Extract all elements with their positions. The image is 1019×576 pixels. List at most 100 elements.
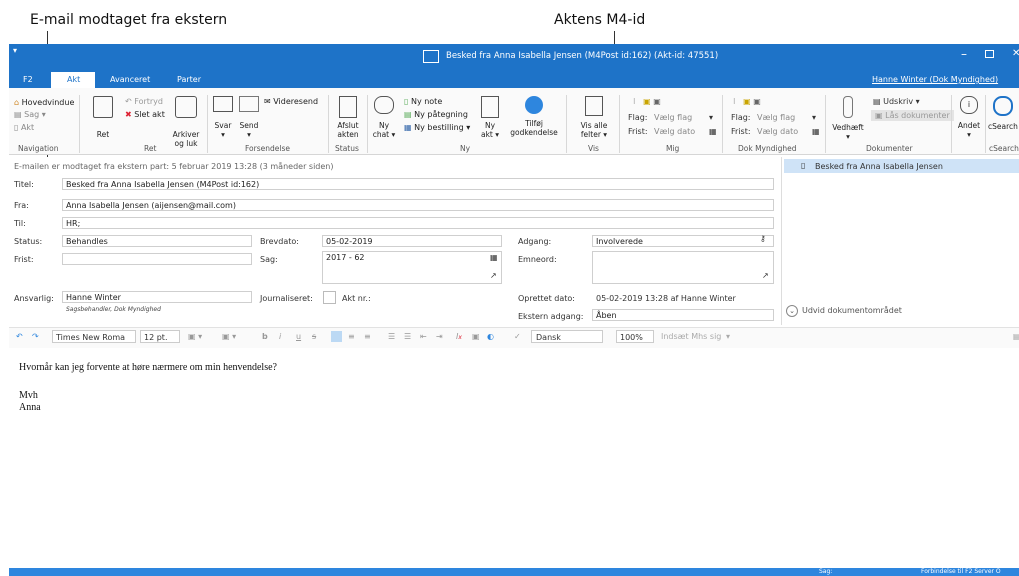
brevdato-field[interactable]: 05-02-2019 bbox=[322, 235, 502, 247]
font-color-icon[interactable]: ▣ ▾ bbox=[222, 330, 236, 343]
ny-note-button[interactable]: ▯ Ny note bbox=[404, 97, 442, 106]
underline-icon[interactable]: u bbox=[296, 330, 301, 343]
panel-toggle-icon[interactable]: ▤ bbox=[1013, 330, 1019, 343]
group-navigation: Navigation bbox=[18, 144, 59, 153]
language-select[interactable]: Dansk bbox=[531, 330, 603, 343]
mig-frist-dropdown[interactable]: Vælg dato bbox=[654, 127, 695, 136]
tab-parter[interactable]: Parter bbox=[177, 75, 201, 84]
align-center-icon[interactable]: ≡ bbox=[348, 330, 355, 343]
fortryd-button[interactable]: ↶ Fortryd bbox=[125, 97, 163, 106]
ny-paategning-button[interactable]: ▤ Ny påtegning bbox=[404, 110, 468, 119]
status-field[interactable]: Behandles bbox=[62, 235, 252, 247]
ekstern-field[interactable]: Åben bbox=[592, 309, 774, 321]
image-icon[interactable]: ▣ bbox=[472, 330, 480, 343]
bullet-list-icon[interactable]: ☰ bbox=[388, 330, 395, 343]
align-right-icon[interactable]: ≡ bbox=[364, 330, 371, 343]
frist-field[interactable] bbox=[62, 253, 252, 265]
zoom-select[interactable]: 100% bbox=[616, 330, 654, 343]
insert-field-dropdown[interactable]: Indsæt Mhs sig bbox=[661, 330, 721, 343]
link-icon[interactable]: ◐ bbox=[487, 330, 494, 343]
strikethrough-icon[interactable]: s bbox=[312, 330, 316, 343]
emneord-field[interactable] bbox=[592, 251, 774, 284]
font-size-select[interactable]: 12 pt. bbox=[140, 330, 180, 343]
spellcheck-icon[interactable]: ✓ bbox=[514, 330, 521, 343]
quick-access-icon[interactable]: ▾ bbox=[13, 46, 17, 55]
highlight-icon[interactable]: ▣ ▾ bbox=[188, 330, 202, 343]
minimize-icon[interactable]: – bbox=[961, 47, 967, 61]
vedhaeft-button[interactable]: Vedhæft ▾ bbox=[830, 96, 866, 141]
akt-button[interactable]: ▯ Akt bbox=[14, 123, 34, 132]
dok-frist-dropdown[interactable]: Vælg dato bbox=[757, 127, 798, 136]
udskriv-button[interactable]: ▤ Udskriv ▾ bbox=[873, 97, 920, 106]
mig-flag-dropdown[interactable]: Vælg flag bbox=[654, 113, 692, 122]
svar-button[interactable]: Svar ▾ bbox=[212, 96, 234, 139]
fra-field[interactable]: Anna Isabella Jensen (aijensen@mail.com) bbox=[62, 199, 774, 211]
tab-avanceret[interactable]: Avanceret bbox=[110, 75, 150, 84]
afslut-button[interactable]: Afslut akten bbox=[333, 96, 363, 139]
ny-akt-button[interactable]: Ny akt ▾ bbox=[478, 96, 502, 139]
send-button[interactable]: Send ▾ bbox=[238, 96, 260, 139]
align-left-icon[interactable] bbox=[331, 331, 342, 342]
star-icon: ▣ bbox=[743, 97, 751, 106]
indent-increase-icon[interactable]: ⇥ bbox=[436, 330, 443, 343]
ret-button[interactable]: Ret bbox=[88, 96, 118, 139]
font-select[interactable]: Times New Roma bbox=[52, 330, 136, 343]
redo-icon[interactable]: ↷ bbox=[32, 330, 39, 343]
sag-field[interactable]: 2017 - 62 bbox=[322, 251, 502, 284]
vis-alle-label-2: felter ▾ bbox=[580, 130, 608, 139]
journaliseret-checkbox[interactable] bbox=[323, 291, 336, 304]
expand-doc-area[interactable]: Udvid dokumentområdet bbox=[802, 306, 902, 315]
arkiver-button[interactable]: Arkiver og luk bbox=[170, 96, 202, 148]
andet-label: Andet bbox=[957, 121, 981, 130]
tab-f2[interactable]: F2 bbox=[23, 75, 33, 84]
indent-decrease-icon[interactable]: ⇤ bbox=[420, 330, 427, 343]
bold-icon[interactable]: b bbox=[262, 330, 268, 343]
videresend-button[interactable]: ✉ Videresend bbox=[264, 97, 318, 106]
number-list-icon[interactable]: ☰ bbox=[404, 330, 411, 343]
laas-button[interactable]: ▣ Lås dokumenter bbox=[871, 110, 954, 121]
insert-field-chevron-down-icon[interactable]: ▾ bbox=[726, 330, 730, 343]
sag-value: 2017 - 62 bbox=[326, 253, 365, 262]
ny-bestilling-label: Ny bestilling bbox=[414, 123, 464, 132]
archive-icon bbox=[175, 96, 197, 118]
hovedvindue-button[interactable]: ⌂ Hovedvindue bbox=[14, 98, 74, 107]
sag-button[interactable]: ▤ Sag ▾ bbox=[14, 110, 46, 119]
italic-icon[interactable]: i bbox=[279, 330, 281, 343]
afslut-label-2: akten bbox=[337, 130, 359, 139]
vis-alle-button[interactable]: Vis alle felter ▾ bbox=[575, 96, 613, 139]
case-picker-icon[interactable]: ▦ bbox=[490, 253, 498, 262]
ansvarlig-field[interactable]: Hanne Winter bbox=[62, 291, 252, 303]
fortryd-label: Fortryd bbox=[134, 97, 163, 106]
andet-button[interactable]: i Andet ▾ bbox=[956, 96, 982, 139]
dok-flag-chevron-down-icon[interactable]: ▾ bbox=[812, 113, 816, 122]
open-icon[interactable]: ↗ bbox=[490, 271, 497, 280]
expand-icon[interactable]: ⌄ bbox=[786, 305, 798, 317]
undo-icon[interactable]: ↶ bbox=[16, 330, 23, 343]
close-icon[interactable]: ✕ bbox=[1012, 48, 1019, 59]
open-icon[interactable]: ↗ bbox=[762, 271, 769, 280]
tilfoej-godkendelse-button[interactable]: Tilføj godkendelse bbox=[507, 96, 561, 137]
doc-item-label[interactable]: Besked fra Anna Isabella Jensen bbox=[815, 162, 943, 171]
ny-bestilling-button[interactable]: ▦ Ny bestilling ▾ bbox=[404, 123, 470, 132]
slet-akt-button[interactable]: ✖ Slet akt bbox=[125, 110, 165, 119]
key-icon[interactable]: ⚷ bbox=[760, 234, 766, 243]
mig-flag-chevron-down-icon[interactable]: ▾ bbox=[709, 113, 713, 122]
maximize-icon[interactable] bbox=[985, 50, 994, 58]
ny-chat-button[interactable]: Ny chat ▾ bbox=[372, 96, 396, 139]
calendar-icon[interactable]: ▦ bbox=[812, 127, 820, 136]
finish-icon bbox=[339, 96, 357, 118]
divider bbox=[328, 95, 329, 153]
titel-field[interactable]: Besked fra Anna Isabella Jensen (M4Post … bbox=[62, 178, 774, 190]
window-title: Besked fra Anna Isabella Jensen (M4Post … bbox=[446, 51, 719, 61]
arkiver-label: Arkiver bbox=[172, 130, 200, 139]
email-body[interactable] bbox=[9, 348, 1019, 568]
dok-flag-dropdown[interactable]: Vælg flag bbox=[757, 113, 795, 122]
tab-akt-label[interactable]: Akt bbox=[67, 75, 80, 84]
adgang-field[interactable]: Involverede bbox=[592, 235, 774, 247]
clear-format-icon[interactable]: Ix bbox=[456, 330, 462, 343]
svar-label: Svar bbox=[214, 121, 232, 130]
calendar-icon[interactable]: ▦ bbox=[709, 127, 717, 136]
til-field[interactable]: HR; bbox=[62, 217, 774, 229]
csearch-button[interactable]: cSearch bbox=[988, 96, 1018, 131]
user-link[interactable]: Hanne Winter (Dok Myndighed) bbox=[872, 75, 998, 84]
